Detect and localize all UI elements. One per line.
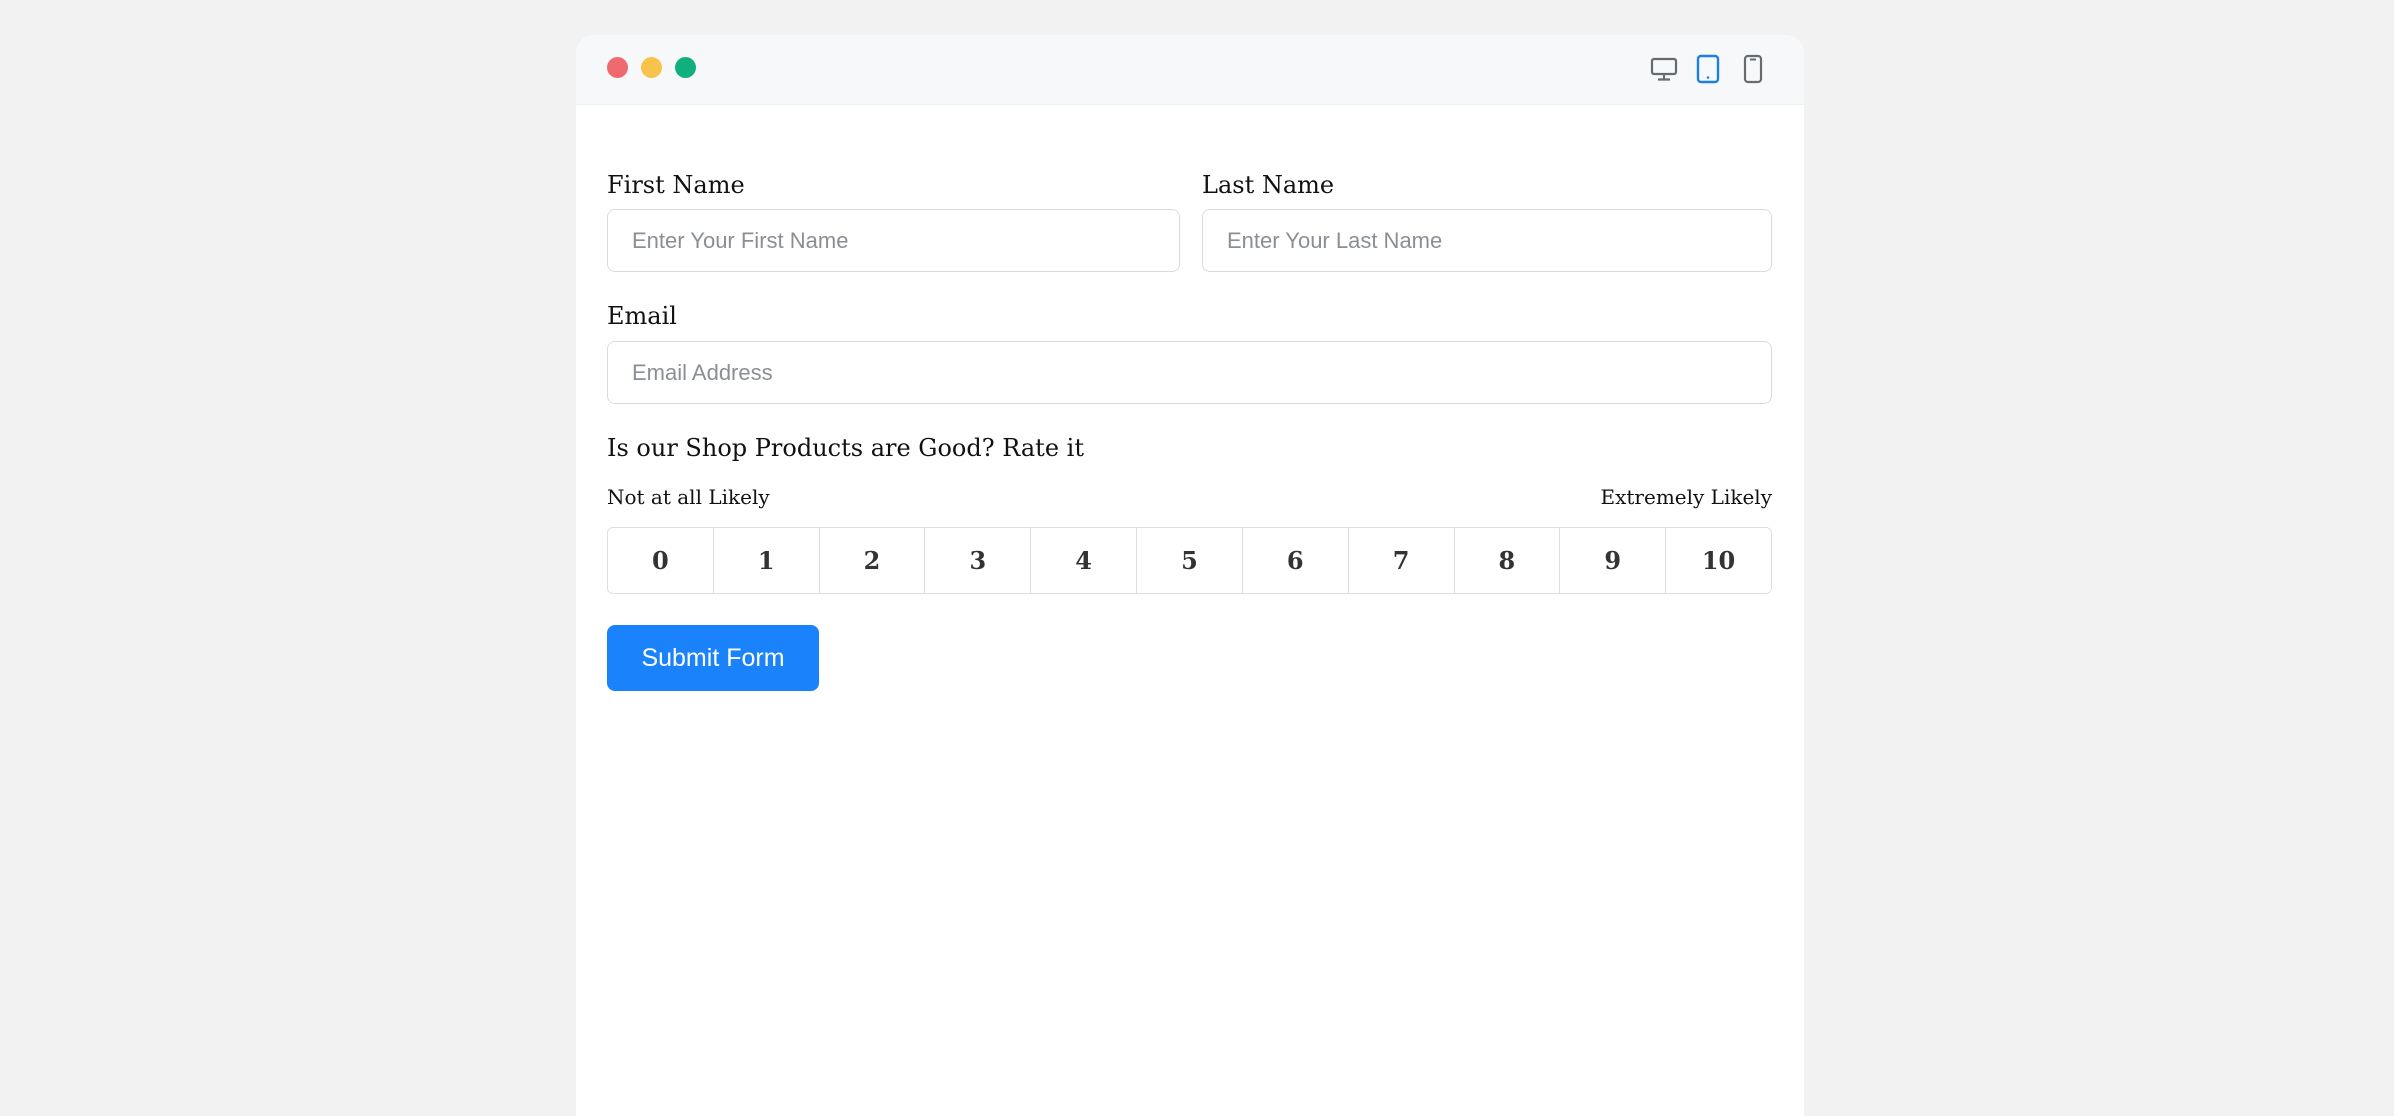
preview-window: First Name Last Name Email Is our Shop P… bbox=[576, 35, 1804, 1116]
rating-scale: 0 1 2 3 4 5 6 7 8 9 10 bbox=[607, 527, 1772, 594]
rating-option-7[interactable]: 7 bbox=[1348, 528, 1455, 593]
last-name-label: Last Name bbox=[1202, 171, 1335, 199]
rating-option-3[interactable]: 3 bbox=[925, 528, 1032, 593]
last-name-input[interactable] bbox=[1202, 209, 1772, 272]
mobile-icon bbox=[1743, 54, 1763, 84]
rating-option-2[interactable]: 2 bbox=[819, 528, 926, 593]
rating-option-10[interactable]: 10 bbox=[1666, 528, 1771, 593]
email-label: Email bbox=[607, 302, 677, 330]
maximize-dot-icon[interactable] bbox=[675, 57, 696, 78]
mobile-view-button[interactable] bbox=[1736, 53, 1770, 85]
desktop-icon bbox=[1650, 57, 1678, 81]
rating-option-5[interactable]: 5 bbox=[1137, 528, 1243, 593]
rating-option-1[interactable]: 1 bbox=[713, 528, 820, 593]
rating-option-8[interactable]: 8 bbox=[1454, 528, 1561, 593]
first-name-label: First Name bbox=[607, 171, 745, 199]
rating-option-6[interactable]: 6 bbox=[1242, 528, 1349, 593]
tablet-view-button[interactable] bbox=[1691, 53, 1725, 85]
submit-form-button[interactable]: Submit Form bbox=[607, 625, 819, 691]
rating-option-9[interactable]: 9 bbox=[1560, 528, 1667, 593]
rating-option-0[interactable]: 0 bbox=[608, 528, 714, 593]
tablet-icon bbox=[1696, 54, 1720, 84]
rating-option-4[interactable]: 4 bbox=[1031, 528, 1138, 593]
minimize-dot-icon[interactable] bbox=[641, 57, 662, 78]
first-name-input[interactable] bbox=[607, 209, 1180, 272]
rating-question: Is our Shop Products are Good? Rate it bbox=[607, 434, 1084, 462]
rating-low-label: Not at all Likely bbox=[607, 485, 770, 509]
desktop-view-button[interactable] bbox=[1647, 53, 1681, 85]
email-input[interactable] bbox=[607, 341, 1772, 404]
window-titlebar bbox=[576, 35, 1804, 105]
close-dot-icon[interactable] bbox=[607, 57, 628, 78]
rating-high-label: Extremely Likely bbox=[1600, 485, 1773, 509]
